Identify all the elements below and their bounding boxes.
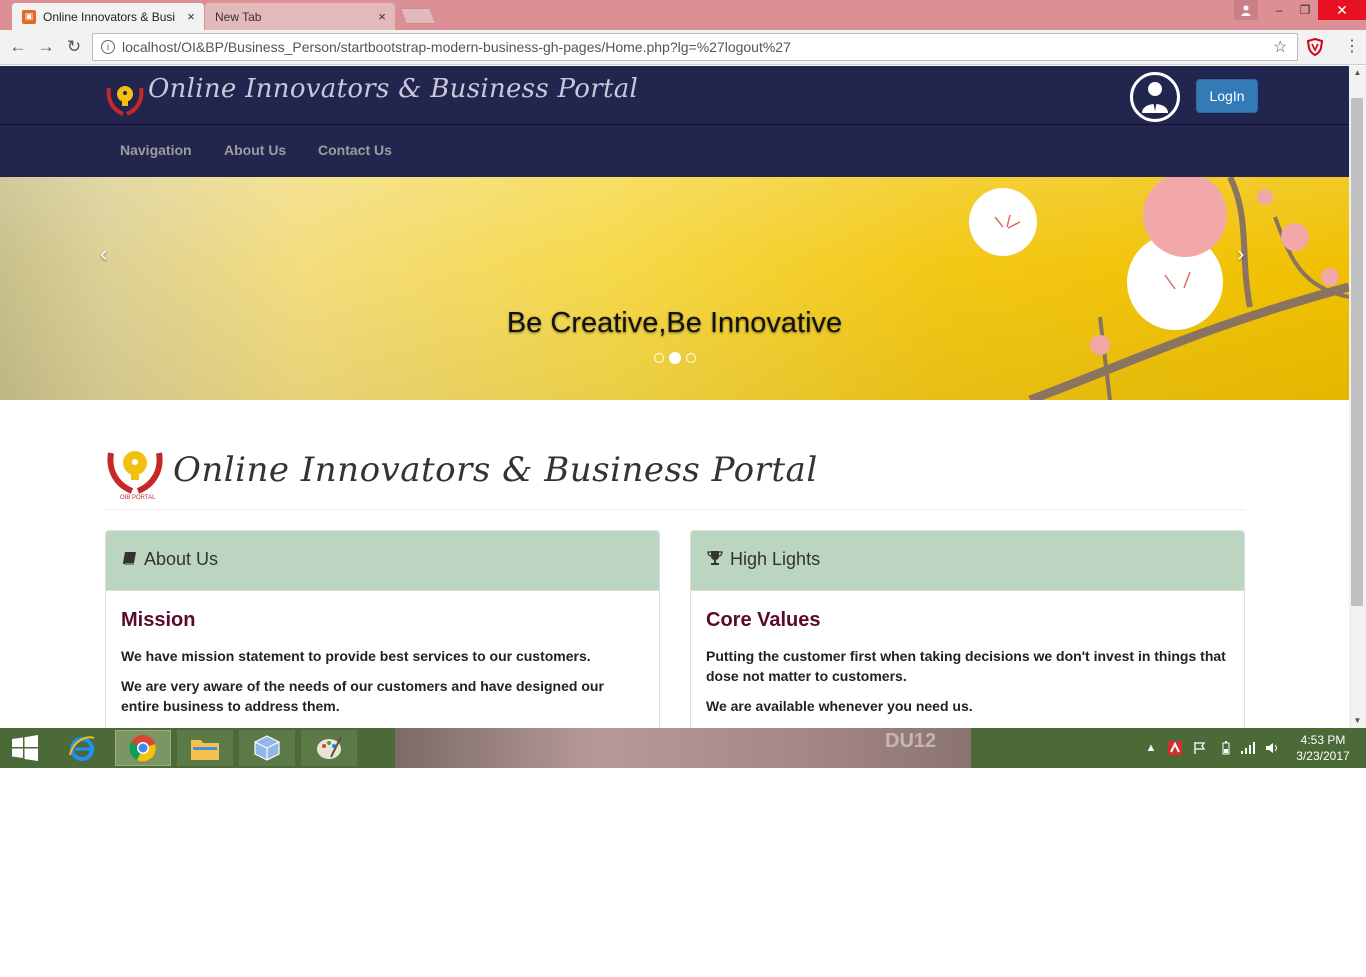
- panel-paragraph: Putting the customer first when taking d…: [706, 648, 1226, 684]
- panel-heading: High Lights: [691, 531, 1244, 591]
- panel-paragraph: We are very aware of the needs of our cu…: [121, 678, 604, 714]
- url-text[interactable]: localhost/OI&BP/Business_Person/startboo…: [122, 39, 1273, 55]
- site-header: Online Innovators & Business Portal LogI…: [0, 66, 1349, 125]
- carousel-indicator-active[interactable]: [669, 352, 681, 364]
- maximize-button[interactable]: ❐: [1292, 0, 1318, 20]
- tab-active[interactable]: ▣ Online Innovators & Busi ×: [12, 3, 204, 30]
- chrome-taskbar-icon[interactable]: [115, 730, 171, 766]
- tab-close-icon[interactable]: ×: [182, 9, 200, 24]
- action-center-flag-icon[interactable]: [1190, 728, 1210, 768]
- panel-heading-label: About Us: [144, 549, 219, 569]
- clock-date: 3/23/2017: [1296, 749, 1350, 763]
- bookmark-star-icon[interactable]: ☆: [1273, 37, 1297, 57]
- panel-title: Core Values: [706, 609, 821, 631]
- carousel-next-icon[interactable]: ›: [1237, 241, 1244, 267]
- network-signal-icon[interactable]: [1238, 728, 1258, 768]
- minimize-button[interactable]: –: [1266, 0, 1292, 20]
- panel-body: Mission We have mission statement to pro…: [106, 591, 659, 728]
- tab-new-tab[interactable]: New Tab ×: [205, 3, 395, 30]
- blank-area-below-screen: [0, 768, 1366, 977]
- site-title[interactable]: Online Innovators & Business Portal: [148, 74, 638, 104]
- trophy-icon: [707, 550, 725, 569]
- about-us-panel: About Us Mission We have mission stateme…: [105, 530, 660, 728]
- paint-palette-icon[interactable]: [301, 730, 357, 766]
- back-arrow-icon[interactable]: ←: [8, 37, 28, 57]
- xampp-favicon-icon: ▣: [22, 9, 36, 24]
- close-window-button[interactable]: ✕: [1318, 0, 1366, 20]
- tray-expand-icon[interactable]: ▲: [1144, 728, 1158, 768]
- page-scrollbar[interactable]: ▲ ▼: [1349, 66, 1366, 728]
- profile-icon[interactable]: [1234, 0, 1258, 20]
- portal-logo-icon[interactable]: [105, 80, 145, 120]
- portal-logo-icon: OIB PORTAL: [107, 451, 163, 501]
- panel-paragraph: We have mission statement to provide bes…: [121, 648, 591, 664]
- panel-body: Core Values Putting the customer first w…: [691, 591, 1244, 728]
- highlights-panel: High Lights Core Values Putting the cust…: [690, 530, 1245, 728]
- site-navbar: Navigation About Us Contact Us: [0, 125, 1349, 177]
- file-explorer-icon[interactable]: [177, 730, 233, 766]
- nav-contact-us[interactable]: Contact Us: [318, 142, 392, 158]
- volume-speaker-icon[interactable]: [1262, 728, 1282, 768]
- carousel-caption: Be Creative,Be Innovative: [506, 307, 843, 339]
- kebab-menu-icon[interactable]: ⋮: [1344, 38, 1360, 56]
- scroll-up-icon[interactable]: ▲: [1349, 66, 1366, 80]
- antivirus-tray-icon[interactable]: [1166, 728, 1184, 768]
- tab-title: New Tab: [215, 9, 262, 24]
- virtualbox-cube-icon[interactable]: [239, 730, 295, 766]
- nav-about-us[interactable]: About Us: [224, 142, 286, 158]
- tab-title: Online Innovators & Busi: [43, 9, 176, 24]
- taskbar-wallpaper: DU12: [395, 728, 971, 768]
- panel-title: Mission: [121, 609, 196, 631]
- panel-heading: About Us: [106, 531, 659, 591]
- carousel-prev-icon[interactable]: ‹: [100, 241, 107, 267]
- reload-icon[interactable]: ↻: [64, 37, 84, 57]
- login-button[interactable]: LogIn: [1196, 79, 1258, 113]
- blossom-branch-image: [969, 177, 1349, 400]
- tab-close-icon[interactable]: ×: [373, 9, 391, 24]
- browser-tabbar: ▣ Online Innovators & Busi × New Tab × –…: [0, 0, 1366, 30]
- taskbar-clock[interactable]: 4:53 PM 3/23/2017: [1288, 732, 1358, 764]
- user-avatar-icon[interactable]: [1130, 72, 1180, 122]
- panel-heading-label: High Lights: [730, 549, 821, 569]
- panel-paragraph: We are available whenever you need us.: [706, 698, 973, 714]
- shield-extension-icon[interactable]: [1306, 37, 1324, 57]
- new-tab-button[interactable]: [400, 8, 436, 24]
- hero-carousel: ‹ › Be Creative,Be Innovative: [0, 177, 1349, 400]
- page-viewport: Online Innovators & Business Portal LogI…: [0, 66, 1349, 728]
- wallpaper-text: DU12: [885, 730, 937, 752]
- internet-explorer-icon[interactable]: [54, 730, 110, 766]
- scrollbar-thumb[interactable]: [1351, 98, 1363, 606]
- clock-time: 4:53 PM: [1300, 733, 1346, 747]
- forward-arrow-icon[interactable]: →: [36, 37, 56, 57]
- address-bar[interactable]: i localhost/OI&BP/Business_Person/startb…: [92, 33, 1298, 61]
- carousel-indicator[interactable]: [686, 353, 696, 363]
- screen: ▣ Online Innovators & Busi × New Tab × –…: [0, 0, 1366, 768]
- battery-icon[interactable]: [1216, 728, 1236, 768]
- nav-navigation[interactable]: Navigation: [120, 142, 192, 158]
- page-title: Online Innovators & Business Portal: [173, 450, 818, 490]
- info-icon[interactable]: i: [101, 40, 115, 54]
- page-header: OIB PORTAL Online Innovators & Business …: [105, 440, 1245, 510]
- start-button-windows-icon[interactable]: [0, 730, 50, 766]
- windows-taskbar: DU12 ▲ 4:53 PM 3/23/2017: [0, 728, 1366, 768]
- carousel-indicator[interactable]: [654, 353, 664, 363]
- book-icon: [122, 551, 140, 569]
- logo-small-text: OIB PORTAL: [120, 495, 156, 501]
- browser-toolbar: ← → ↻ i localhost/OI&BP/Business_Person/…: [0, 30, 1366, 65]
- scroll-down-icon[interactable]: ▼: [1349, 714, 1366, 728]
